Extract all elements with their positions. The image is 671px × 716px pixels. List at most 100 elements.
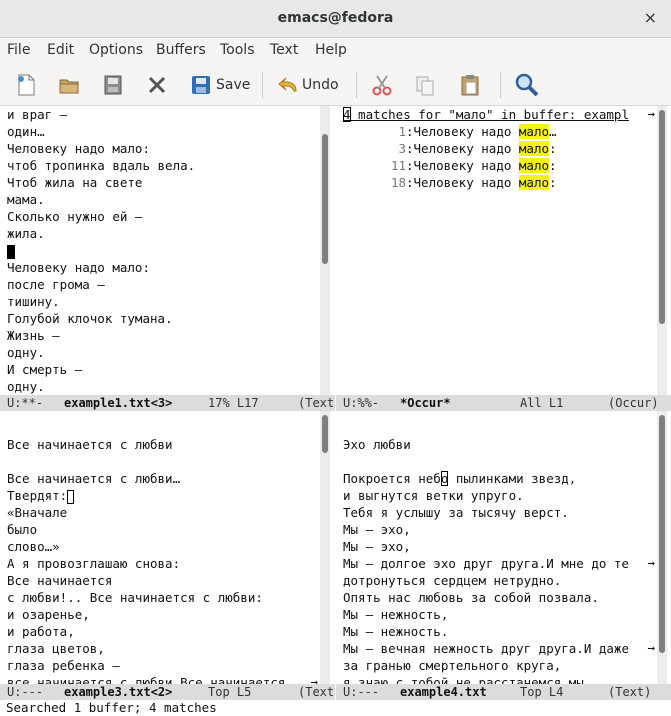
menu-edit[interactable]: Edit — [47, 42, 74, 58]
open-folder-icon[interactable] — [57, 72, 81, 98]
occur-match[interactable]: 11:Человеку надо мало: — [343, 157, 655, 174]
mode-line-occur[interactable]: U:%%- *Occur* All L1 (Occur) — [336, 395, 671, 411]
scrollbar[interactable] — [657, 411, 667, 684]
text-line: Эхо любви — [343, 437, 411, 452]
text-line: И смерть — — [7, 362, 83, 377]
text-line: глаза цветов, — [7, 641, 105, 656]
text-line — [7, 419, 318, 436]
text-cursor: 4 — [343, 107, 351, 122]
save-button[interactable]: Save — [190, 72, 250, 98]
text-line: жила. — [7, 226, 45, 241]
save-disk-icon[interactable] — [101, 72, 125, 98]
mode-line-example3[interactable]: U:--- example3.txt<2> Top L5 (Text — [0, 684, 335, 700]
buffer-position: Top L5 — [208, 685, 252, 699]
text-line: тишину. — [7, 294, 60, 309]
text-line: Мы — вечная нежность друг друга.И даже — [343, 641, 629, 656]
echo-area[interactable]: Searched 1 buffer; 4 matches — [6, 700, 217, 715]
cut-icon[interactable] — [370, 72, 394, 98]
buffer-position: Top L4 — [520, 685, 564, 699]
occur-match[interactable]: 3:Человеку надо мало: — [343, 140, 655, 157]
mode-line-example4[interactable]: U:--- example4.txt Top L4 (Text) — [336, 684, 671, 700]
text-line: одну. — [7, 345, 45, 360]
occur-match[interactable]: 18:Человеку надо мало: — [343, 174, 655, 191]
scrollbar-thumb[interactable] — [322, 134, 328, 264]
text-line — [7, 453, 318, 470]
window-title: emacs@fedora — [277, 10, 394, 26]
editor-pane-example3[interactable]: Все начинается с любви Все начинается с … — [0, 411, 318, 684]
truncation-arrow-icon: → — [647, 640, 655, 655]
scrollbar[interactable] — [320, 106, 330, 395]
occur-pane[interactable]: 4 matches for "мало" in buffer: exampl 1… — [343, 106, 655, 395]
buffer-position: All L1 — [520, 396, 564, 410]
buffer-status: U:%%- — [343, 396, 380, 410]
copy-icon[interactable] — [413, 72, 437, 98]
text-line: А я провозглашаю снова: — [7, 556, 181, 571]
editor-pane-example4[interactable]: Эхо любви Покроется небо пылинками звезд… — [343, 411, 655, 684]
menu-options[interactable]: Options — [89, 42, 143, 58]
text-line: и озаренье, — [7, 607, 90, 622]
scrollbar-thumb[interactable] — [659, 415, 665, 653]
save-label: Save — [216, 77, 251, 93]
scrollbar-thumb[interactable] — [659, 110, 665, 324]
text-line: Твердят: — [7, 487, 318, 504]
occur-header: 4 matches for "мало" in buffer: exampl — [343, 107, 629, 122]
menu-buffers[interactable]: Buffers — [156, 42, 206, 58]
text-line: с любви!.. Все начинается с любви: — [7, 590, 263, 605]
text-line: Человеку надо мало: — [7, 260, 150, 275]
menu-text[interactable]: Text — [270, 42, 298, 58]
text-line: после грома — — [7, 277, 105, 292]
text-line: и выгнутся ветки упруго. — [343, 488, 524, 503]
toolbar-separator — [500, 72, 501, 98]
text-cursor — [67, 489, 75, 504]
title-bar: emacs@fedora × — [0, 0, 671, 38]
truncation-arrow-icon: → — [647, 106, 655, 121]
menu-help[interactable]: Help — [315, 42, 347, 58]
text-line — [343, 419, 655, 436]
scrollbar[interactable] — [657, 106, 667, 395]
text-line: Мы — нежность. — [343, 624, 449, 639]
text-line: Тебя я услышу за тысячу верст. — [343, 505, 569, 520]
text-line: Голубой клочок тумана. — [7, 311, 173, 326]
occur-match[interactable]: 1:Человеку надо мало… — [343, 123, 655, 140]
text-line: Опять нас любовь за собой позвала. — [343, 590, 599, 605]
close-buffer-icon[interactable] — [145, 72, 169, 98]
text-line: и работа, — [7, 624, 75, 639]
buffer-name: example4.txt — [400, 685, 487, 699]
close-icon[interactable]: × — [644, 8, 657, 27]
menu-tools[interactable]: Tools — [220, 42, 255, 58]
text-line: Жизнь — — [7, 328, 60, 343]
tool-bar: Save Undo — [0, 64, 671, 106]
text-cursor — [7, 244, 15, 259]
paste-icon[interactable] — [458, 72, 482, 98]
buffer-name: *Occur* — [400, 396, 451, 410]
cursor-line — [7, 242, 195, 259]
text-line: глаза ребенка — — [7, 658, 120, 673]
truncation-arrow-icon: → — [647, 555, 655, 570]
text-line: Мы — эхо, — [343, 539, 411, 554]
scrollbar-thumb[interactable] — [322, 415, 328, 453]
buffer-name: example1.txt<3> — [64, 396, 173, 410]
scrollbar[interactable] — [320, 411, 330, 684]
text-line: Мы — долгое эхо друг друга.И мне до те — [343, 556, 629, 571]
text-line: все начинается с любви.Все начинается — [7, 675, 286, 684]
mode-line-example1[interactable]: U:**- example1.txt<3> 17% L17 (Text — [0, 395, 335, 411]
text-line: за гранью смертельного круга, — [343, 658, 562, 673]
text-line: один… — [7, 124, 45, 139]
text-line: Мы — эхо, — [343, 522, 411, 537]
text-line: Все начинается — [7, 573, 113, 588]
menu-file[interactable]: File — [7, 42, 30, 58]
text-line: чтоб тропинка вдаль вела. — [7, 158, 196, 173]
text-line: и враг — — [7, 107, 68, 122]
editor-pane-example1[interactable]: и враг — один… Человеку надо мало: чтоб … — [0, 106, 318, 395]
major-mode: (Text — [298, 396, 335, 410]
new-file-icon[interactable] — [14, 72, 38, 98]
text-line: одну. — [7, 379, 45, 394]
truncation-arrow-icon: → — [310, 674, 318, 684]
toolbar-separator — [262, 72, 263, 98]
text-line: Все начинается с любви — [7, 437, 173, 452]
text-line: Чтоб жила на свете — [7, 175, 143, 190]
text-line: слово…» — [7, 539, 60, 554]
search-icon[interactable] — [514, 72, 540, 98]
major-mode: (Text — [298, 685, 335, 699]
undo-button[interactable]: Undo — [276, 72, 339, 98]
